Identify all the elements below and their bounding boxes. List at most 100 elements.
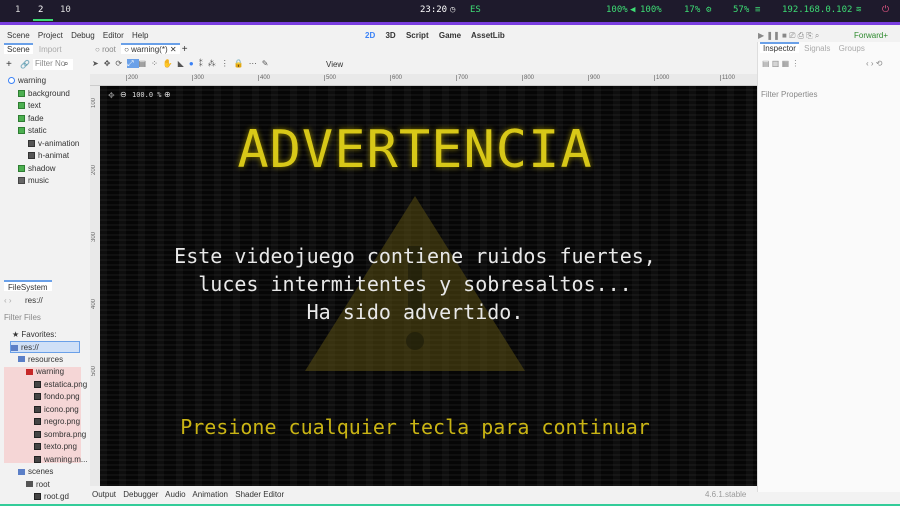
scene-node[interactable]: static xyxy=(18,125,47,137)
new-scene-tab-button[interactable]: + xyxy=(182,44,188,55)
file-item[interactable]: root.gd xyxy=(34,491,69,503)
add-node-icon[interactable]: + xyxy=(6,59,12,70)
scene-node[interactable]: warning xyxy=(8,75,46,87)
file-item[interactable]: root xyxy=(26,479,50,491)
file-item[interactable]: icono.png xyxy=(34,404,79,416)
zoom-out-icon[interactable]: ⊖ xyxy=(120,90,127,99)
ruler-tick: 400 xyxy=(91,299,97,310)
file-item[interactable]: resources xyxy=(18,354,63,366)
file-name: warning xyxy=(36,367,65,376)
mode-game[interactable]: Game xyxy=(439,31,461,40)
tab-scene[interactable]: Scene xyxy=(4,43,33,54)
cpu-value: 17% xyxy=(684,5,701,15)
path-field[interactable]: res:// xyxy=(25,296,43,305)
scene-node[interactable]: music xyxy=(18,175,49,187)
tab-debugger[interactable]: Debugger xyxy=(123,490,158,499)
file-item[interactable]: sombra.png xyxy=(34,429,86,441)
mode-3d[interactable]: 3D xyxy=(385,31,395,40)
main-menu: Scene Project Debug Editor Help xyxy=(7,31,154,40)
pan-icon[interactable]: ✥ xyxy=(108,91,115,100)
filter-properties-input[interactable]: Filter Properties xyxy=(761,90,885,99)
version-label: 4.6.1.stable xyxy=(705,490,747,499)
tab-signals[interactable]: Signals xyxy=(801,44,833,53)
file-name: estatica.png xyxy=(44,379,88,389)
file-name: sombra.png xyxy=(44,429,87,439)
power-icon[interactable]: ⏻ xyxy=(882,5,889,15)
volume-value[interactable]: 100% xyxy=(606,5,628,15)
folder-icon xyxy=(11,344,18,351)
tab-inspector[interactable]: Inspector xyxy=(760,42,799,53)
mode-assetlib[interactable]: AssetLib xyxy=(471,31,505,40)
file-item[interactable]: warning xyxy=(26,366,64,378)
node-type-icon xyxy=(18,127,25,135)
node-name: static xyxy=(28,126,47,135)
file-item[interactable]: texto.png xyxy=(34,441,77,453)
node-name: shadow xyxy=(28,163,56,173)
workspace-10[interactable]: 10 xyxy=(60,5,71,15)
node-name: h-animat xyxy=(38,151,70,160)
wifi-icon[interactable]: ≋ xyxy=(856,5,861,15)
scene-tab-root[interactable]: ○ root xyxy=(92,45,119,54)
file-name: scenes xyxy=(28,467,54,476)
node-type-icon xyxy=(28,139,35,147)
node-name: warning xyxy=(18,76,47,85)
tab-import[interactable]: Import xyxy=(35,45,66,54)
scene-node[interactable]: fade xyxy=(18,113,44,125)
file-item[interactable]: scenes xyxy=(18,466,53,478)
menu-scene[interactable]: Scene xyxy=(7,31,30,40)
file-item[interactable]: warning.m... xyxy=(34,454,88,466)
menu-help[interactable]: Help xyxy=(132,31,148,40)
file-name: res:// xyxy=(21,343,39,352)
file-item[interactable]: estatica.png xyxy=(34,379,87,391)
link-icon[interactable]: 🔗 xyxy=(20,60,30,69)
tab-output[interactable]: Output xyxy=(92,490,116,499)
warning-message: Este videojuego contiene ruidos fuertes,… xyxy=(174,244,656,324)
scene-node[interactable]: v-animation xyxy=(28,138,79,150)
ip-address: 192.168.0.102 xyxy=(782,5,853,15)
mode-2d[interactable]: 2D xyxy=(365,31,375,40)
renderer-select[interactable]: Forward+ xyxy=(854,31,888,40)
run-buttons[interactable]: ▶ ❚❚ ■ ⎚ ⎙ ⎘ ⌕ xyxy=(758,31,819,41)
node-type-icon xyxy=(28,152,35,160)
view-menu[interactable]: View xyxy=(326,60,343,69)
node-name: text xyxy=(28,101,41,110)
canvas-viewport[interactable]: ✥ ⊖ 100.0 % ⊕ ADVERTENCIA Este videojueg… xyxy=(100,86,757,486)
tab-groups[interactable]: Groups xyxy=(836,44,868,53)
history-arrows[interactable]: ‹ › xyxy=(4,296,12,305)
tab-audio[interactable]: Audio xyxy=(165,490,185,499)
file-name: root xyxy=(36,479,50,489)
scene-node[interactable]: background xyxy=(18,88,70,100)
keyboard-layout[interactable]: ES xyxy=(470,5,481,15)
zoom-in-icon[interactable]: ⊕ xyxy=(164,90,171,99)
files-filter-input[interactable]: Filter Files xyxy=(4,313,74,324)
mic-value[interactable]: 100% xyxy=(640,5,662,15)
workspace-1[interactable]: 1 xyxy=(15,5,20,15)
file-item[interactable]: fondo.png xyxy=(34,391,80,403)
scene-node[interactable]: text xyxy=(18,100,41,112)
scene-tabs: ○ root ○ warning(*) ✕ + xyxy=(92,43,188,55)
zoom-level: 100.0 % xyxy=(132,91,162,99)
menu-editor[interactable]: Editor xyxy=(103,31,124,40)
inspector-toolbar[interactable]: ▤ ▥ ▦ ⋮ xyxy=(762,59,799,68)
ruler-tick: 100 xyxy=(91,98,97,109)
tab-animation[interactable]: Animation xyxy=(192,490,228,499)
mode-script[interactable]: Script xyxy=(406,31,429,40)
canvas-toolbar[interactable]: ➤✥⟳⤢▤⁘✋◣●⁑⁂⋮🔒⋯✎ xyxy=(92,59,273,69)
filesystem-tab[interactable]: FileSystem xyxy=(4,280,52,292)
scene-node[interactable]: h-animat xyxy=(28,150,69,162)
menu-project[interactable]: Project xyxy=(38,31,63,40)
history-nav[interactable]: ‹ › ⟲ xyxy=(866,59,882,68)
file-item[interactable]: res:// xyxy=(10,341,80,353)
workspace-2[interactable]: 2 xyxy=(38,5,43,15)
node-name: music xyxy=(28,176,49,185)
node-type-icon xyxy=(18,89,25,97)
menu-debug[interactable]: Debug xyxy=(71,31,95,40)
scene-node[interactable]: shadow xyxy=(18,163,56,175)
file-icon xyxy=(34,418,41,426)
node-name: background xyxy=(28,88,70,98)
ruler-tick: 600 xyxy=(390,75,403,81)
tab-shader-editor[interactable]: Shader Editor xyxy=(235,490,284,499)
scene-tab-warning[interactable]: ○ warning(*) ✕ xyxy=(121,43,180,54)
bottom-panel-tabs: Output Debugger Audio Animation Shader E… xyxy=(92,490,284,499)
file-item[interactable]: negro.png xyxy=(34,416,80,428)
